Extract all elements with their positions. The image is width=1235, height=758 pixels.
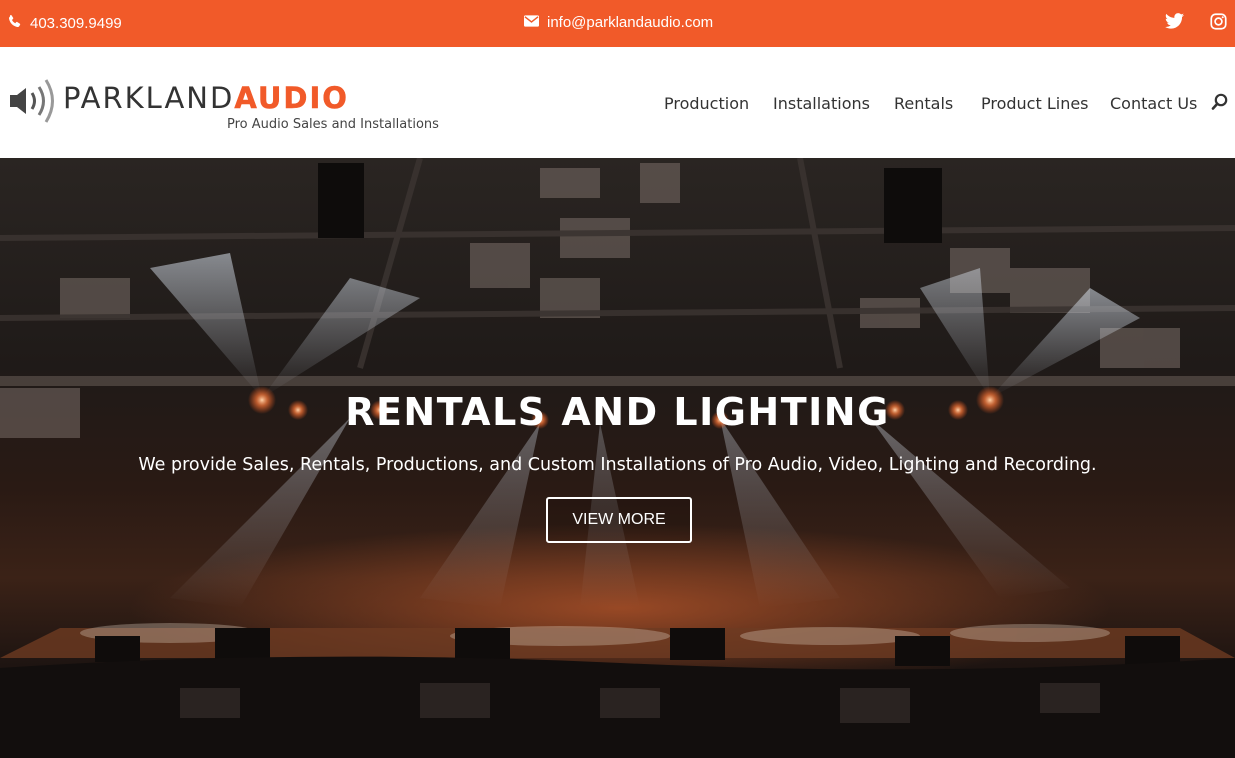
hero-title: RENTALS AND LIGHTING <box>345 390 890 434</box>
nav-item-production[interactable]: Production <box>664 94 749 113</box>
instagram-icon[interactable] <box>1210 13 1227 35</box>
nav-item-installations[interactable]: Installations <box>773 94 870 113</box>
envelope-icon <box>524 14 539 31</box>
social-links <box>1165 13 1227 35</box>
logo-word-accent: AUDIO <box>234 81 349 116</box>
nav-item-contact-us[interactable]: Contact Us <box>1110 94 1197 113</box>
phone-number: 403.309.9499 <box>30 15 122 32</box>
phone-link[interactable]: 403.309.9499 <box>7 14 122 33</box>
view-more-button[interactable]: VIEW MORE <box>546 497 692 543</box>
logo-word-primary: PARKLAND <box>63 81 235 115</box>
email-link[interactable]: info@parklandaudio.com <box>524 14 713 31</box>
search-icon[interactable] <box>1211 93 1229 116</box>
nav-item-product-lines[interactable]: Product Lines <box>981 94 1089 113</box>
twitter-icon[interactable] <box>1165 13 1184 35</box>
hero-banner: RENTALS AND LIGHTING We provide Sales, R… <box>0 158 1235 758</box>
email-address: info@parklandaudio.com <box>547 14 714 31</box>
speaker-icon <box>8 75 60 132</box>
hero-subtitle: We provide Sales, Rentals, Productions, … <box>138 455 1097 475</box>
logo-wordmark: PARKLAND AUDIO <box>63 81 349 116</box>
logo-tagline: Pro Audio Sales and Installations <box>227 117 439 132</box>
top-bar: 403.309.9499 info@parklandaudio.com <box>0 0 1235 47</box>
site-logo[interactable]: PARKLAND AUDIO Pro Audio Sales and Instal… <box>8 75 439 135</box>
nav-item-rentals[interactable]: Rentals <box>894 94 953 113</box>
phone-icon <box>7 14 22 33</box>
